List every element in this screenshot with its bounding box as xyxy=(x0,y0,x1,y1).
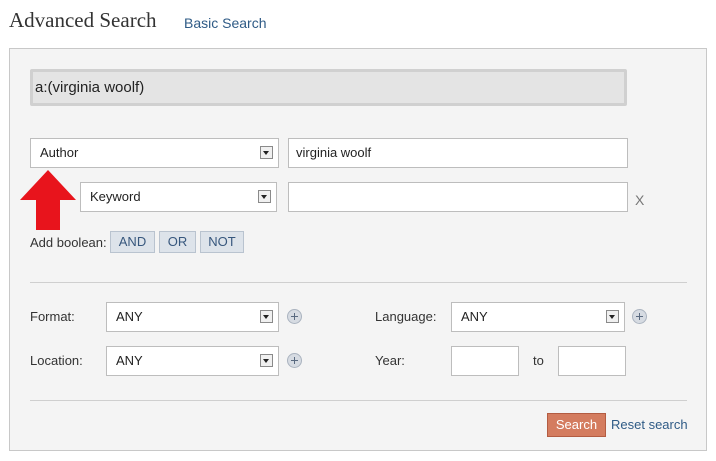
format-select-value: ANY xyxy=(116,309,143,324)
not-button[interactable]: NOT xyxy=(200,231,244,253)
add-language-plus-icon[interactable] xyxy=(632,309,647,324)
dropdown-arrow-icon xyxy=(260,146,273,159)
dropdown-arrow-icon xyxy=(260,310,273,323)
and-button[interactable]: AND xyxy=(110,231,155,253)
year-from-input[interactable] xyxy=(451,346,519,376)
language-select[interactable]: ANY xyxy=(451,302,625,332)
location-select-value: ANY xyxy=(116,353,143,368)
add-boolean-label: Add boolean: xyxy=(30,235,107,250)
language-label: Language: xyxy=(375,309,437,324)
divider xyxy=(30,282,687,283)
divider xyxy=(30,400,687,401)
location-select[interactable]: ANY xyxy=(106,346,279,376)
page-title: Advanced Search xyxy=(9,8,157,32)
year-to-label: to xyxy=(533,353,544,368)
field-select-value: Keyword xyxy=(90,189,141,204)
add-format-plus-icon[interactable] xyxy=(287,309,302,324)
field-select-value: Author xyxy=(40,145,79,160)
location-label: Location: xyxy=(30,353,83,368)
format-select[interactable]: ANY xyxy=(106,302,279,332)
dropdown-arrow-icon xyxy=(260,354,273,367)
year-label: Year: xyxy=(375,353,405,368)
dropdown-arrow-icon xyxy=(606,310,619,323)
format-label: Format: xyxy=(30,309,75,324)
field-select-keyword[interactable]: Keyword xyxy=(80,182,277,212)
field-select-author[interactable]: Author xyxy=(30,138,279,168)
or-button[interactable]: OR xyxy=(159,231,196,253)
search-term-input-1[interactable]: virginia woolf xyxy=(288,138,628,168)
remove-row-button[interactable]: X xyxy=(635,192,644,208)
red-arrow-annotation-icon xyxy=(20,170,76,230)
search-term-input-2[interactable] xyxy=(288,182,628,212)
search-button[interactable]: Search xyxy=(547,413,606,437)
add-location-plus-icon[interactable] xyxy=(287,353,302,368)
basic-search-link[interactable]: Basic Search xyxy=(184,15,266,31)
language-select-value: ANY xyxy=(461,309,488,324)
year-to-input[interactable] xyxy=(558,346,626,376)
query-display: a:(virginia woolf) xyxy=(30,69,627,106)
reset-search-link[interactable]: Reset search xyxy=(611,417,688,432)
dropdown-arrow-icon xyxy=(258,190,271,203)
